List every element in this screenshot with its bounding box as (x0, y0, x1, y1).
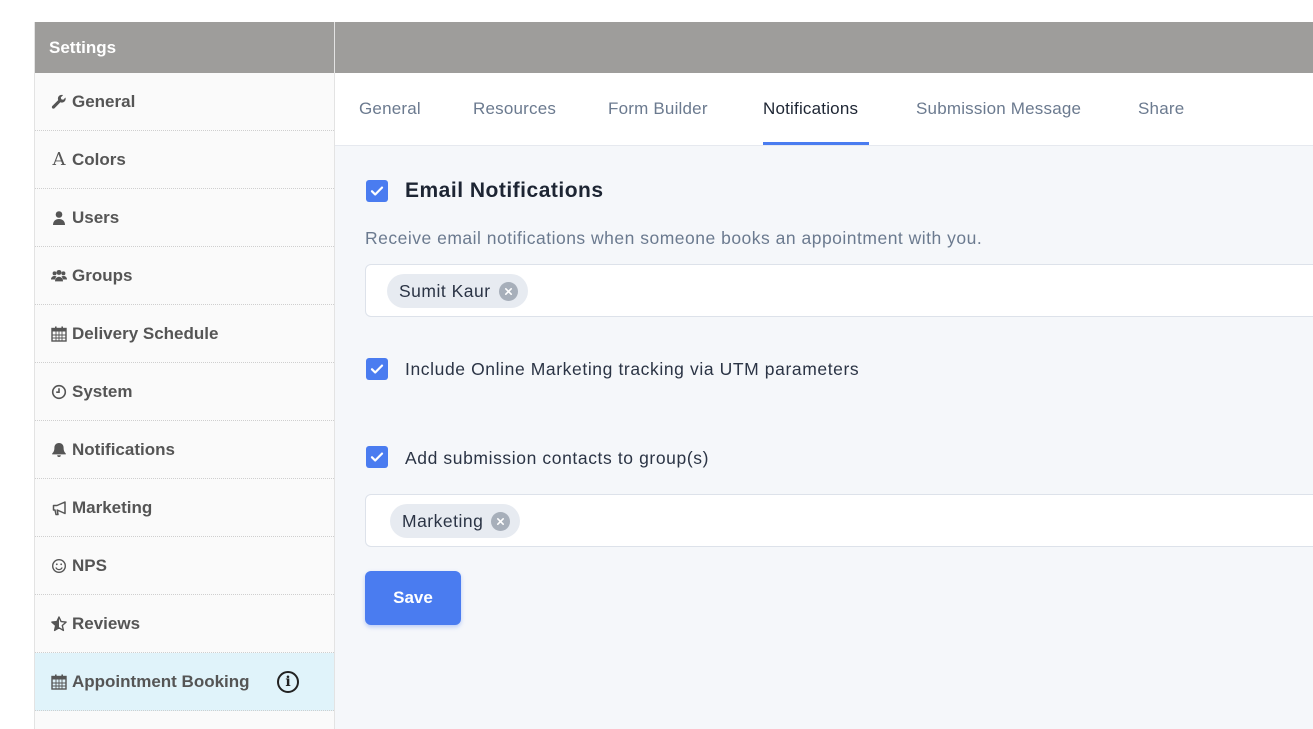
sidebar-item-label: Users (72, 207, 120, 227)
group-chip: Marketing (390, 504, 521, 538)
sidebar-item-label: System (72, 381, 133, 401)
add-to-groups-checkbox[interactable] (366, 446, 388, 468)
sidebar-item-groups[interactable]: Groups (35, 247, 334, 305)
wrench-icon (49, 93, 69, 111)
smile-icon (49, 557, 69, 575)
sidebar-item-label: General (72, 91, 136, 111)
calendar-icon (49, 325, 69, 343)
remove-chip-icon[interactable] (498, 281, 518, 301)
sidebar-item-label: Appointment Booking (72, 671, 250, 691)
users-icon (49, 267, 69, 285)
top-header-bar (335, 22, 1313, 73)
sidebar-item-label: Colors (72, 149, 126, 169)
recipients-field[interactable]: Sumit Kaur (365, 264, 1313, 317)
remove-chip-icon[interactable] (491, 511, 511, 531)
email-notifications-description: Receive email notifications when someone… (365, 228, 983, 248)
sidebar-item-label: Reviews (72, 613, 141, 633)
tab-notifications[interactable]: Notifications (763, 99, 858, 119)
sidebar-item-appointment-booking[interactable]: Appointment Booking i (35, 653, 334, 711)
sidebar-item-users[interactable]: Users (35, 189, 334, 247)
sidebar-item-nps[interactable]: NPS (35, 537, 334, 595)
email-notifications-heading: Email Notifications (405, 179, 604, 202)
sidebar-item-label: Marketing (72, 497, 153, 517)
tab-resources[interactable]: Resources (473, 99, 556, 119)
sidebar-item-label: Notifications (72, 439, 175, 459)
check-icon (370, 364, 384, 374)
sidebar-item-colors[interactable]: A Colors (35, 131, 334, 189)
active-tab-indicator (763, 142, 869, 145)
groups-field[interactable]: Marketing (365, 494, 1313, 547)
font-icon: A (52, 149, 66, 170)
sidebar-item-label: NPS (72, 555, 107, 575)
sidebar-item-label: Delivery Schedule (72, 323, 219, 343)
tab-general[interactable]: General (359, 99, 421, 119)
sidebar-item-system[interactable]: System (35, 363, 334, 421)
tab-submission-message[interactable]: Submission Message (916, 99, 1081, 119)
sidebar-item-general[interactable]: General (35, 73, 334, 131)
utm-tracking-checkbox[interactable] (366, 358, 388, 380)
sidebar-title: Settings (35, 22, 334, 73)
bullhorn-icon (49, 499, 69, 517)
tab-share[interactable]: Share (1138, 99, 1184, 119)
check-icon (370, 452, 384, 462)
recipient-chip: Sumit Kaur (387, 274, 528, 308)
sidebar-item-delivery-schedule[interactable]: Delivery Schedule (35, 305, 334, 363)
star-icon (49, 615, 69, 633)
tab-form-builder[interactable]: Form Builder (608, 99, 708, 119)
tab-bar: General Resources Form Builder Notificat… (335, 73, 1313, 146)
email-notifications-checkbox[interactable] (366, 180, 388, 202)
sidebar-item-label: Groups (72, 265, 133, 285)
clock-icon (49, 383, 69, 401)
calendar-icon (49, 673, 69, 691)
utm-tracking-label: Include Online Marketing tracking via UT… (405, 359, 860, 379)
sidebar-item-reviews[interactable]: Reviews (35, 595, 334, 653)
chip-label: Marketing (402, 510, 484, 531)
sidebar-item-notifications[interactable]: Notifications (35, 421, 334, 479)
user-icon (49, 209, 69, 227)
chip-label: Sumit Kaur (399, 280, 491, 301)
bell-icon (49, 441, 69, 459)
info-icon[interactable]: i (277, 671, 299, 693)
sidebar-item-marketing[interactable]: Marketing (35, 479, 334, 537)
save-button[interactable]: Save (365, 571, 461, 625)
settings-sidebar: Settings General A Colors Users Groups D… (34, 22, 335, 729)
add-to-groups-label: Add submission contacts to group(s) (405, 448, 710, 468)
check-icon (370, 186, 384, 196)
